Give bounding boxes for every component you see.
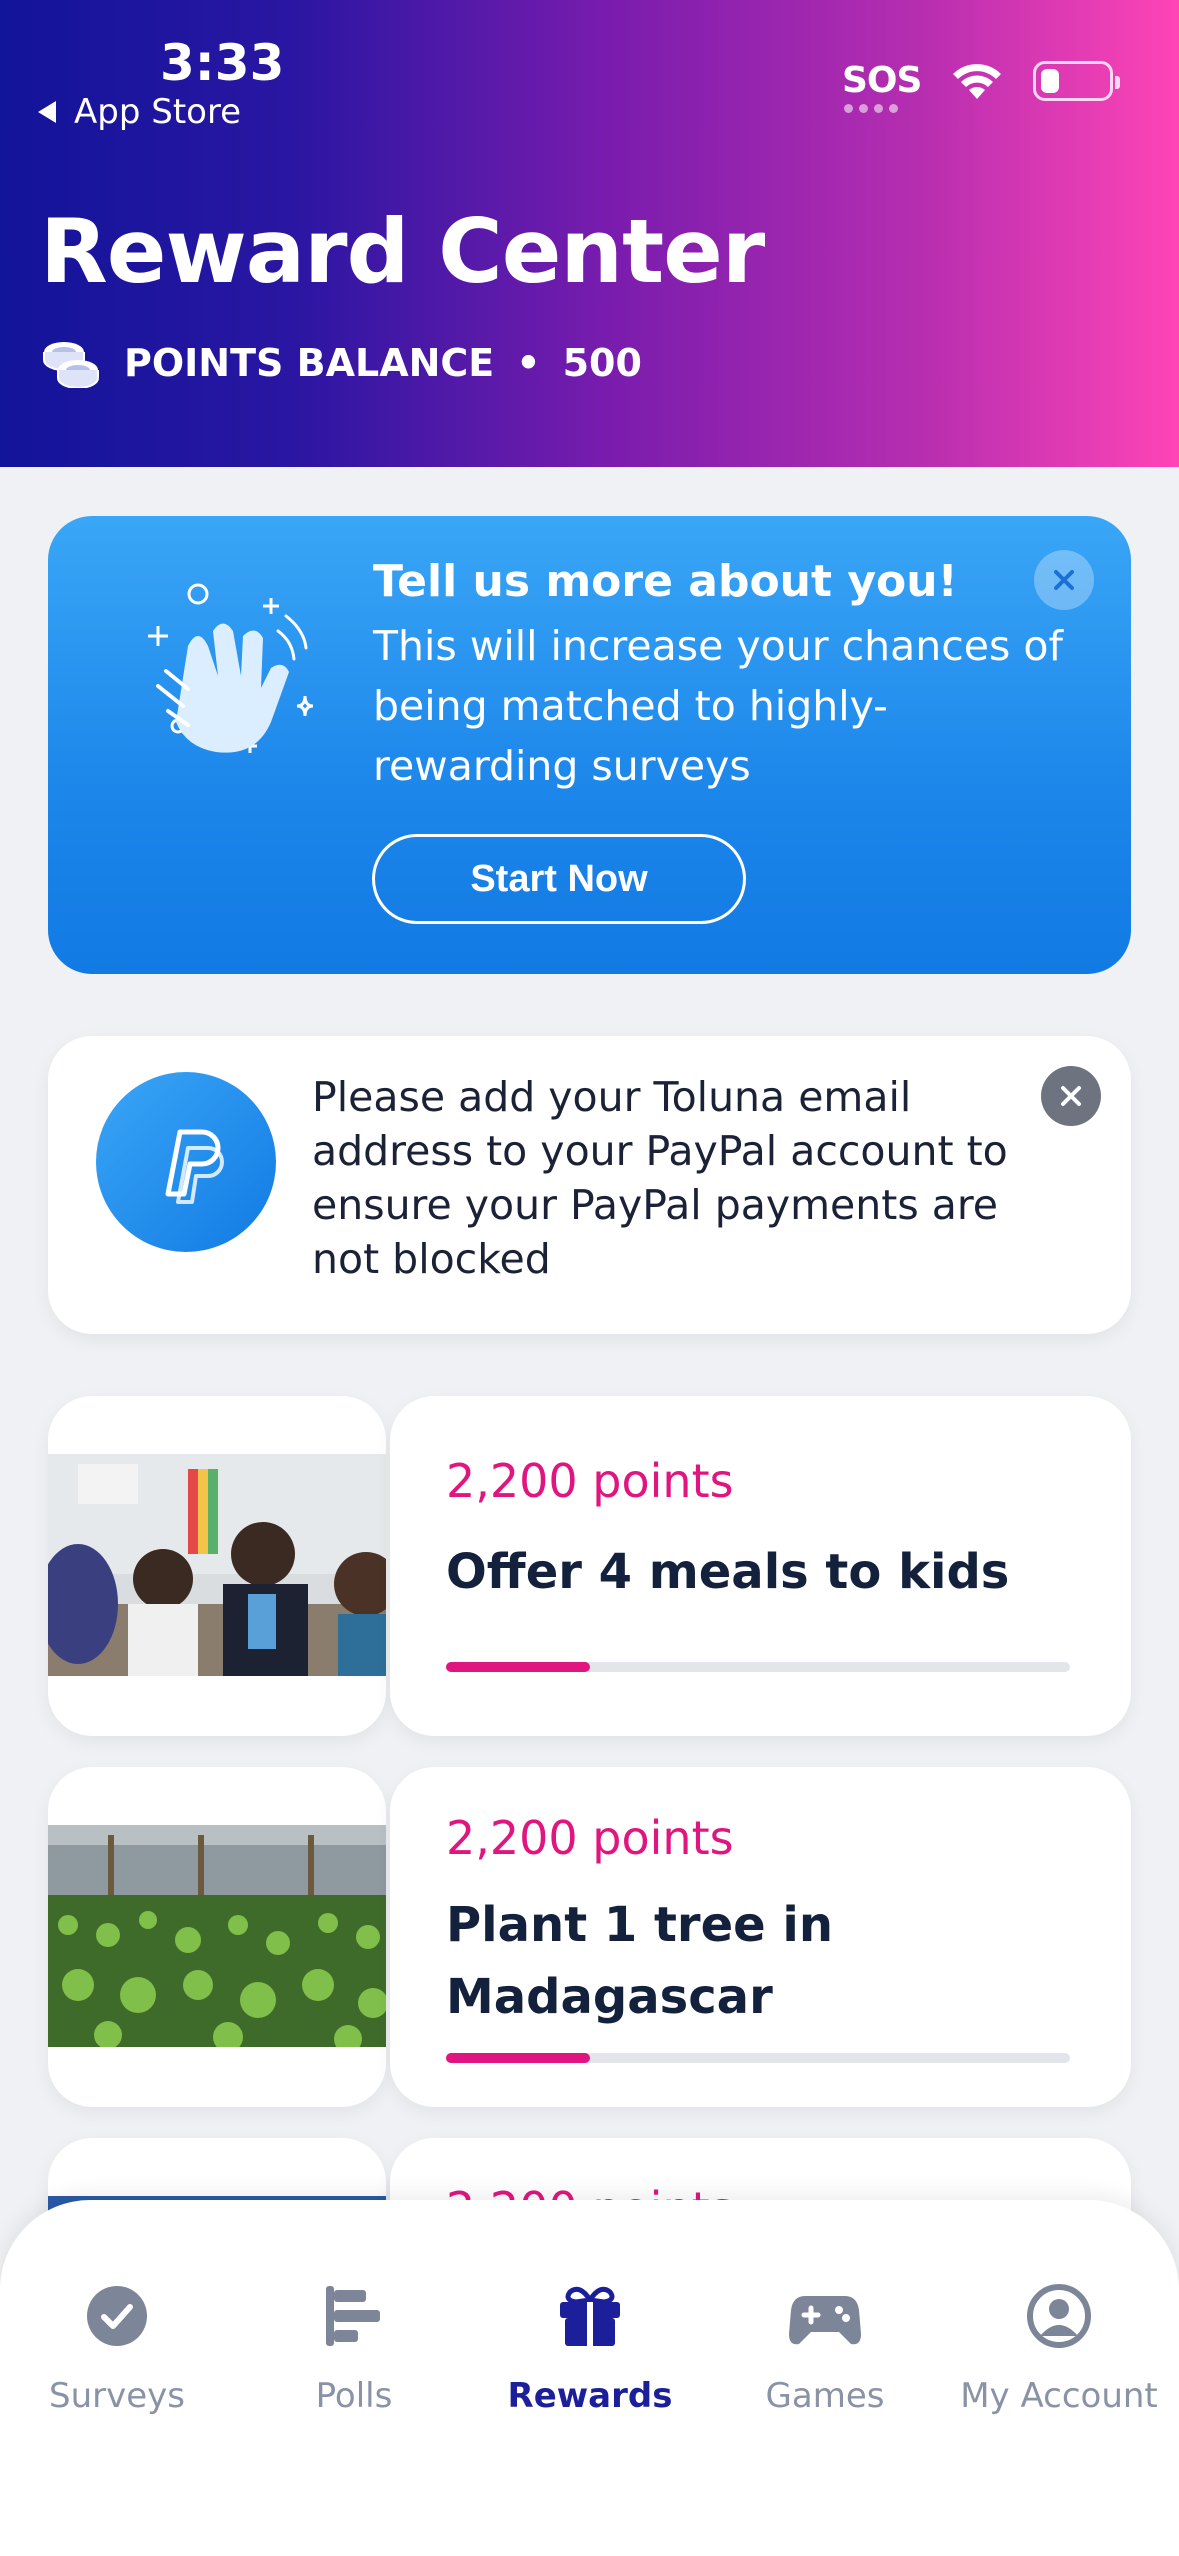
header: 3:33 App Store SOS Reward Center POINTS … xyxy=(0,0,1179,467)
coins-icon xyxy=(43,342,99,388)
reward-progress-fill xyxy=(446,2053,590,2063)
bottom-tab-bar: Surveys Polls Rewards Games My Account xyxy=(0,2200,1179,2556)
sos-label: SOS xyxy=(842,60,922,101)
tab-games[interactable]: Games xyxy=(710,2280,940,2416)
tab-label: Games xyxy=(765,2376,885,2416)
check-circle-icon xyxy=(87,2286,147,2346)
gift-icon xyxy=(560,2286,620,2346)
tab-label: Rewards xyxy=(507,2376,673,2416)
paypal-icon xyxy=(96,1072,276,1252)
points-separator: • xyxy=(516,341,541,385)
user-circle-icon xyxy=(1027,2284,1091,2348)
close-promo-button[interactable] xyxy=(1034,550,1094,610)
tab-label: Surveys xyxy=(49,2376,185,2416)
promo-title: Tell us more about you! xyxy=(373,556,958,607)
battery-icon xyxy=(1033,60,1121,101)
tab-surveys[interactable]: Surveys xyxy=(2,2280,232,2416)
tab-label: My Account xyxy=(960,2376,1158,2416)
paypal-notice-text: Please add your Toluna email address to … xyxy=(312,1073,1008,1283)
polls-bars-icon xyxy=(326,2286,380,2346)
tab-rewards[interactable]: Rewards xyxy=(475,2280,705,2416)
reward-progress-bar xyxy=(446,1662,1070,1672)
kids-meals-image xyxy=(48,1454,386,1676)
reward-progress-fill xyxy=(446,1662,590,1672)
tab-label: Polls xyxy=(315,2376,393,2416)
reward-progress-bar xyxy=(446,2053,1070,2063)
back-triangle-icon xyxy=(38,101,56,123)
start-now-button[interactable]: Start Now xyxy=(372,834,746,924)
close-paypal-notice-button[interactable] xyxy=(1041,1066,1101,1126)
promo-text: This will increase your chances of being… xyxy=(373,622,1063,790)
sos-indicator: SOS xyxy=(842,60,922,113)
reward-name: Plant 1 tree in Madagascar xyxy=(446,1897,834,2025)
points-value: 500 xyxy=(562,341,642,385)
profile-promo-card: Tell us more about you! This will increa… xyxy=(48,516,1131,974)
reward-points: 2,200 points xyxy=(446,1454,734,1508)
tab-my-account[interactable]: My Account xyxy=(944,2280,1174,2416)
reward-points: 2,200 points xyxy=(446,1811,734,1865)
wifi-icon xyxy=(953,63,1002,99)
reward-card[interactable]: 2,200 points Offer 4 meals to kids xyxy=(390,1396,1131,1736)
back-label: App Store xyxy=(74,92,242,132)
reward-image-card[interactable] xyxy=(48,1767,386,2107)
tab-polls[interactable]: Polls xyxy=(239,2280,469,2416)
page-title: Reward Center xyxy=(40,200,765,303)
reward-card[interactable]: 2,200 points Plant 1 tree in Madagascar xyxy=(390,1767,1131,2107)
reward-name: Offer 4 meals to kids xyxy=(446,1544,1010,1600)
points-balance: POINTS BALANCE • 500 xyxy=(40,338,642,388)
status-time: 3:33 xyxy=(160,34,285,92)
tree-nursery-image xyxy=(48,1825,386,2047)
status-indicators: SOS xyxy=(842,60,1121,113)
points-label: POINTS BALANCE xyxy=(124,341,495,385)
close-icon xyxy=(1054,570,1074,590)
gamepad-icon xyxy=(789,2296,861,2345)
close-icon xyxy=(1061,1086,1081,1106)
reward-image-card[interactable] xyxy=(48,1396,386,1736)
back-to-app-store-link[interactable]: App Store xyxy=(38,92,241,132)
waving-hand-icon xyxy=(148,583,314,753)
paypal-notice-card: Please add your Toluna email address to … xyxy=(48,1036,1131,1334)
